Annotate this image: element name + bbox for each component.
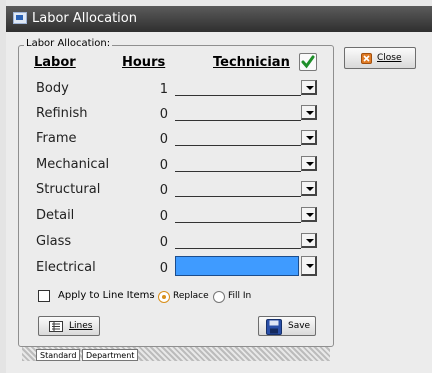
close-button-label: Close (377, 53, 402, 63)
close-button[interactable]: Close (344, 47, 416, 69)
app-window-icon (13, 12, 27, 24)
save-button[interactable]: Save (258, 316, 316, 336)
row-label-glass: Glass (36, 234, 72, 249)
chevron-down-icon[interactable] (301, 80, 317, 95)
row-label-structural: Structural (36, 182, 101, 197)
save-button-label: Save (288, 321, 311, 331)
close-icon (361, 53, 372, 64)
row-label-electrical: Electrical (36, 260, 96, 275)
row-hours-body: 1 (159, 82, 168, 97)
replace-label: Replace (173, 291, 209, 301)
dropdown-field[interactable] (175, 95, 301, 96)
lines-button[interactable]: Lines (38, 316, 100, 336)
technician-dropdown-frame[interactable] (175, 130, 317, 146)
technician-dropdown-electrical[interactable] (175, 256, 317, 276)
dropdown-field[interactable] (175, 171, 301, 172)
title-bar[interactable]: Labor Allocation (6, 6, 432, 32)
technician-dropdown-refinish[interactable] (175, 105, 317, 121)
chevron-down-icon[interactable] (301, 130, 317, 145)
row-hours-refinish: 0 (159, 107, 168, 122)
window-title: Labor Allocation (32, 11, 137, 26)
row-label-body: Body (36, 81, 69, 96)
chevron-down-icon[interactable] (301, 156, 317, 171)
header-hours: Hours (122, 55, 166, 70)
row-label-frame: Frame (36, 131, 77, 146)
technician-dropdown-detail[interactable] (175, 207, 317, 223)
row-hours-mechanical: 0 (159, 158, 168, 173)
technician-dropdown-mechanical[interactable] (175, 156, 317, 172)
check-icon[interactable] (299, 53, 317, 71)
row-label-detail: Detail (36, 208, 75, 223)
fill-in-radio[interactable] (213, 291, 225, 303)
chevron-down-icon[interactable] (301, 207, 317, 222)
apply-to-line-items-checkbox[interactable] (38, 290, 50, 302)
header-labor: Labor (34, 55, 76, 70)
lines-button-label: Lines (69, 321, 93, 331)
dropdown-field[interactable] (175, 248, 301, 249)
row-hours-electrical: 0 (159, 261, 168, 276)
dropdown-field[interactable] (175, 196, 301, 197)
technician-dropdown-structural[interactable] (175, 181, 317, 197)
technician-dropdown-body[interactable] (175, 80, 317, 96)
chevron-down-icon[interactable] (301, 181, 317, 196)
apply-to-line-items-label: Apply to Line Items (58, 290, 155, 301)
row-hours-detail: 0 (159, 209, 168, 224)
list-icon (49, 321, 63, 332)
tab-standard[interactable]: Standard (36, 349, 81, 361)
dropdown-field[interactable] (175, 120, 301, 121)
row-hours-frame: 0 (159, 132, 168, 147)
replace-radio[interactable] (158, 291, 170, 303)
save-icon (266, 319, 282, 335)
chevron-down-icon[interactable] (301, 105, 317, 120)
dropdown-field[interactable] (175, 145, 301, 146)
dropdown-field-selected[interactable] (175, 256, 299, 276)
dropdown-field[interactable] (175, 222, 301, 223)
header-technician: Technician (213, 55, 290, 70)
technician-dropdown-glass[interactable] (175, 233, 317, 249)
row-label-mechanical: Mechanical (36, 157, 110, 172)
chevron-down-icon[interactable] (301, 233, 317, 248)
group-label: Labor Allocation: (24, 38, 113, 49)
chevron-down-icon[interactable] (301, 256, 317, 276)
fill-in-label: Fill In (228, 291, 252, 301)
tab-department[interactable]: Department (82, 349, 139, 361)
row-hours-glass: 0 (159, 235, 168, 250)
row-hours-structural: 0 (159, 183, 168, 198)
row-label-refinish: Refinish (36, 106, 88, 121)
